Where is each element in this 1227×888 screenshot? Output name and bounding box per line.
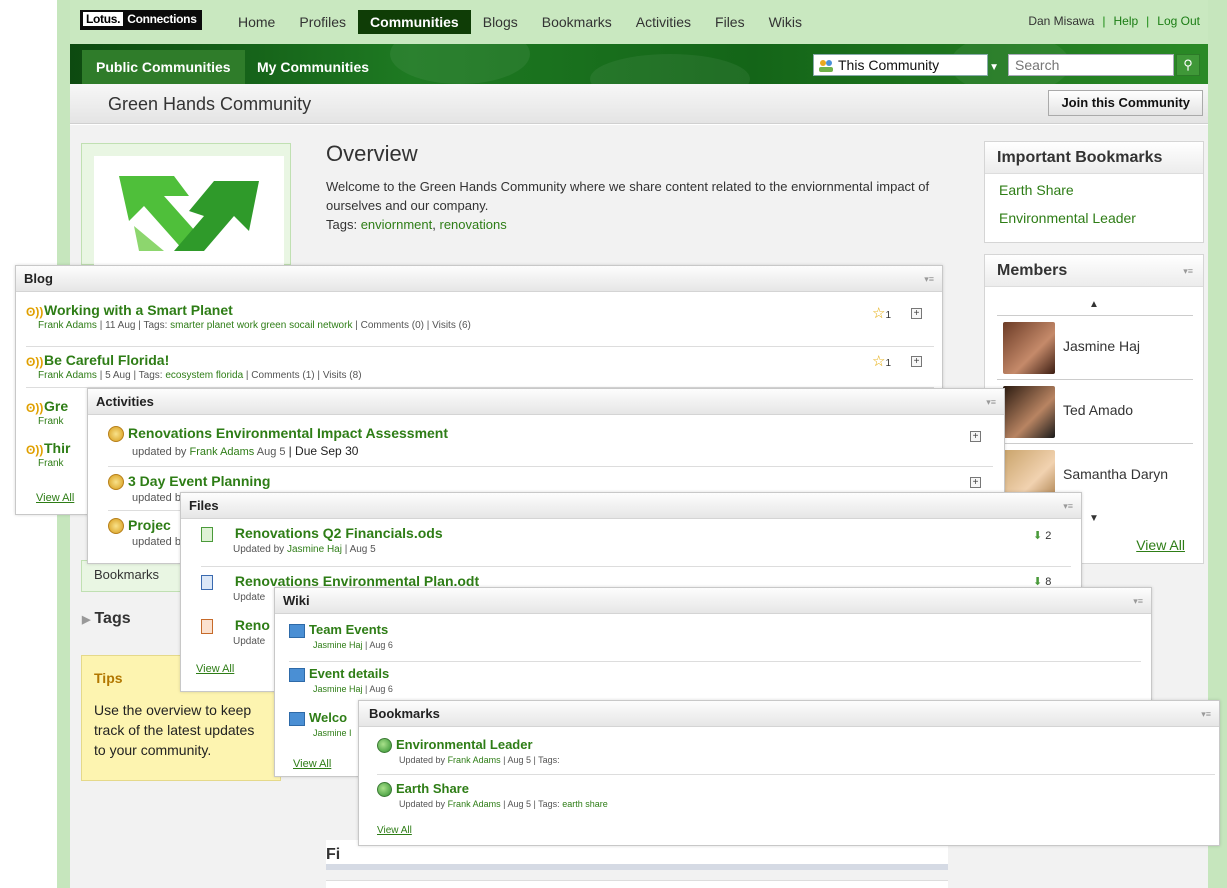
blog-entry[interactable]: ʘ))Working with a Smart Planet Frank Ada…	[26, 302, 934, 347]
panel-header: Wiki ▾≡	[275, 588, 1151, 614]
panel-header: Files ▾≡	[181, 493, 1081, 519]
bookmark-link[interactable]: Earth Share	[985, 174, 1203, 198]
community-title-bar: Green Hands Community Join this Communit…	[70, 84, 1208, 124]
widget-title: Important Bookmarks	[985, 142, 1203, 174]
tab-public-communities[interactable]: Public Communities	[82, 50, 245, 84]
document-file-icon	[201, 574, 213, 590]
star-rating-icon[interactable]: ☆1	[872, 352, 891, 370]
user-links: Dan Misawa | Help | Log Out	[1028, 14, 1200, 28]
activity-icon	[108, 426, 124, 443]
wiki-page-icon	[289, 623, 305, 638]
member-item[interactable]: Ted Amado	[997, 379, 1193, 443]
star-rating-icon[interactable]: ☆1	[872, 304, 891, 322]
activity-entry[interactable]: Renovations Environmental Impact Assessm…	[108, 425, 993, 467]
community-title: Green Hands Community	[108, 94, 312, 114]
tag-link[interactable]: enviornment	[361, 217, 433, 232]
bookmark-entry[interactable]: Earth Share Updated by Frank Adams | Aug…	[377, 779, 1215, 817]
spreadsheet-file-icon	[201, 526, 213, 542]
blog-icon: ʘ))	[26, 305, 44, 320]
overview-description: Welcome to the Green Hands Community whe…	[326, 179, 930, 213]
wiki-page-icon	[289, 711, 305, 726]
bookmark-link[interactable]: Environmental Leader	[985, 198, 1203, 226]
tab-my-communities[interactable]: My Communities	[243, 50, 383, 84]
wiki-entry[interactable]: Team Events Jasmine Haj | Aug 6	[289, 622, 1141, 662]
panel-header: Bookmarks ▾≡	[359, 701, 1219, 727]
nav-activities[interactable]: Activities	[624, 10, 703, 34]
download-icon: ⬇	[1033, 530, 1043, 542]
nav-wikis[interactable]: Wikis	[757, 10, 814, 34]
main-nav: Home Profiles Communities Blogs Bookmark…	[226, 10, 814, 34]
community-icon	[818, 58, 834, 72]
avatar	[1003, 386, 1055, 438]
search-icon: ⚲	[1183, 57, 1193, 72]
panel-menu-icon[interactable]: ▾≡	[1201, 701, 1211, 727]
panel-header: Blog ▾≡	[16, 266, 942, 292]
avatar	[1003, 322, 1055, 374]
panel-menu-icon[interactable]: ▾≡	[1063, 493, 1073, 519]
sidebar-tags[interactable]: ▶ Tags	[82, 610, 131, 628]
file-entry[interactable]: Renovations Q2 Financials.ods Updated by…	[201, 525, 1071, 567]
nav-communities[interactable]: Communities	[358, 10, 471, 34]
expand-icon[interactable]: +	[970, 477, 981, 488]
bookmarks-view-all[interactable]: View All	[377, 825, 412, 836]
nav-blogs[interactable]: Blogs	[471, 10, 530, 34]
community-banner: Public Communities My Communities This C…	[70, 44, 1208, 84]
blog-icon: ʘ))	[26, 355, 44, 370]
overview-heading: Overview	[326, 141, 418, 166]
bookmarks-panel: Bookmarks ▾≡ Environmental Leader Updated…	[358, 700, 1220, 846]
blog-icon: ʘ))	[26, 401, 44, 416]
download-count: ⬇ 2	[1033, 530, 1052, 542]
expand-icon[interactable]: +	[911, 308, 922, 319]
wiki-page-icon	[289, 667, 305, 682]
panel-menu-icon[interactable]: ▾≡	[924, 266, 934, 292]
lotus-connections-logo[interactable]: Lotus. Connections	[80, 10, 202, 30]
expand-icon[interactable]: +	[911, 356, 922, 367]
scroll-up-icon[interactable]: ▲	[1089, 299, 1099, 310]
widget-menu-icon[interactable]: ▾≡	[1183, 255, 1193, 287]
search-scope-select[interactable]: This Community ▼	[813, 54, 999, 76]
bookmark-entry[interactable]: Environmental Leader Updated by Frank Ad…	[377, 737, 1215, 775]
nav-home[interactable]: Home	[226, 10, 287, 34]
overview-section: Overview Welcome to the Green Hands Comm…	[326, 141, 946, 234]
nav-bookmarks[interactable]: Bookmarks	[530, 10, 624, 34]
blog-entry[interactable]: ʘ))Be Careful Florida! Frank Adams | 5 A…	[26, 348, 934, 388]
tag-link[interactable]: renovations	[439, 217, 506, 232]
presentation-file-icon	[201, 618, 213, 634]
members-view-all[interactable]: View All	[1136, 537, 1185, 553]
blog-icon: ʘ))	[26, 443, 44, 458]
scope-value: This Community	[838, 57, 940, 73]
community-logo	[94, 156, 284, 266]
blog-view-all[interactable]: View All	[36, 492, 74, 504]
logout-link[interactable]: Log Out	[1157, 14, 1200, 28]
search-button[interactable]: ⚲	[1176, 54, 1200, 76]
scroll-down-icon[interactable]: ▼	[1089, 513, 1099, 524]
wiki-view-all[interactable]: View All	[293, 758, 331, 770]
help-link[interactable]: Help	[1113, 14, 1138, 28]
activity-icon	[108, 474, 124, 491]
files-view-all[interactable]: View All	[196, 663, 234, 675]
overview-tags: Tags: enviornment, renovations	[326, 217, 507, 232]
member-item[interactable]: Jasmine Haj	[997, 315, 1193, 379]
join-community-button[interactable]: Join this Community	[1048, 90, 1203, 116]
bookmark-globe-icon	[377, 738, 392, 754]
section-divider	[326, 880, 948, 888]
wiki-entry[interactable]: Event details Jasmine Haj | Aug 6	[289, 664, 1141, 704]
nav-files[interactable]: Files	[703, 10, 757, 34]
important-bookmarks-widget: Important Bookmarks Earth Share Environm…	[984, 141, 1204, 243]
panel-menu-icon[interactable]: ▾≡	[986, 389, 996, 415]
expand-icon[interactable]: +	[970, 431, 981, 442]
activity-icon	[108, 518, 124, 535]
tips-body: Use the overview to keep track of the la…	[94, 702, 255, 758]
chevron-down-icon[interactable]: ▼	[989, 58, 999, 78]
bookmark-globe-icon	[377, 782, 392, 798]
community-logo-card	[81, 143, 291, 266]
user-name[interactable]: Dan Misawa	[1028, 14, 1094, 28]
top-navigation: Lotus. Connections Home Profiles Communit…	[70, 0, 1208, 44]
nav-profiles[interactable]: Profiles	[287, 10, 358, 34]
panel-menu-icon[interactable]: ▾≡	[1133, 588, 1143, 614]
panel-header: Activities ▾≡	[88, 389, 1004, 415]
widget-title: Members ▾≡	[985, 255, 1203, 287]
search-input[interactable]	[1008, 54, 1174, 76]
